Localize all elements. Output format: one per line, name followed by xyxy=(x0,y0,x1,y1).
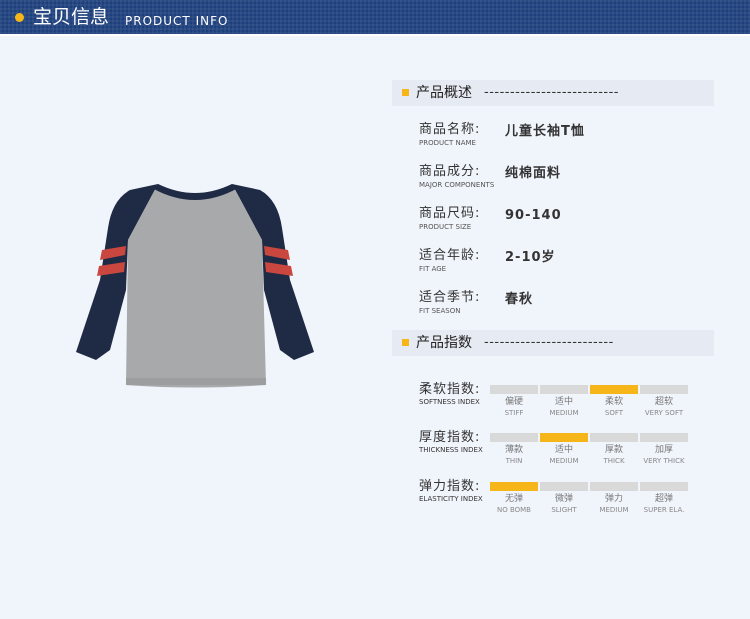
index-option-label: 无弹 xyxy=(504,494,523,504)
index-level-bar xyxy=(640,385,688,394)
index-option-label-en: VERY THICK xyxy=(643,457,685,465)
indices-title: 产品指数 xyxy=(416,335,472,351)
index-label: 厚度指数: xyxy=(419,430,481,445)
square-bullet-icon xyxy=(402,89,409,96)
row-label-en: PRODUCT NAME xyxy=(419,139,476,147)
index-level-bar xyxy=(490,482,538,491)
row-value: 儿童长袖T恤 xyxy=(505,124,585,139)
row-value: 2-10岁 xyxy=(505,250,556,265)
index-level-bar xyxy=(490,433,538,442)
index-option-label: 厚款 xyxy=(604,445,623,455)
row-value: 纯棉面料 xyxy=(505,166,562,181)
square-bullet-icon xyxy=(402,339,409,346)
dash-divider: -------------------------- xyxy=(484,85,619,100)
index-option: 微弹 SLIGHT xyxy=(540,482,588,517)
row-label: 商品尺码: xyxy=(419,206,481,221)
header-subtitle: PRODUCT INFO xyxy=(125,14,229,28)
info-row-age: 适合年龄: FIT AGE 2-10岁 xyxy=(419,248,719,288)
row-label-en: MAJOR COMPONENTS xyxy=(419,181,495,189)
row-label-en: PRODUCT SIZE xyxy=(419,223,472,231)
index-row-thickness: 厚度指数: THICKNESS INDEX 薄款 THIN 适中 MEDIUM 厚款… xyxy=(419,430,719,470)
index-option-label: 偏硬 xyxy=(504,397,523,407)
index-level-bar xyxy=(540,385,588,394)
index-option-label: 超软 xyxy=(654,397,673,407)
index-label-en: THICKNESS INDEX xyxy=(419,446,483,454)
overview-title: 产品概述 xyxy=(416,85,472,101)
info-row-season: 适合季节: FIT SEASON 春秋 xyxy=(419,290,719,330)
index-level-bar xyxy=(590,433,638,442)
index-option-label: 适中 xyxy=(554,445,573,455)
section-header: 宝贝信息 PRODUCT INFO xyxy=(0,0,750,34)
index-option: 偏硬 STIFF xyxy=(490,385,538,420)
index-option-label: 适中 xyxy=(554,397,573,407)
header-bullet-icon xyxy=(15,13,24,22)
index-option: 适中 MEDIUM xyxy=(540,433,588,468)
index-option-label-en: VERY SOFT xyxy=(644,409,684,417)
index-label: 柔软指数: xyxy=(419,382,481,397)
index-option: 适中 MEDIUM xyxy=(540,385,588,420)
indices-section-bar: 产品指数 ------------------------- xyxy=(392,330,714,356)
index-option-label: 微弹 xyxy=(554,494,573,504)
index-option-label-en: SUPER ELA. xyxy=(643,506,685,514)
index-level-bar xyxy=(640,433,688,442)
index-level-bar xyxy=(590,482,638,491)
overview-section-bar: 产品概述 -------------------------- xyxy=(392,80,714,106)
index-option: 弹力 MEDIUM xyxy=(590,482,638,517)
row-label-en: FIT AGE xyxy=(419,265,447,273)
dash-divider: ------------------------- xyxy=(484,335,614,350)
info-row-components: 商品成分: MAJOR COMPONENTS 纯棉面料 xyxy=(419,164,719,204)
index-option: 柔软 SOFT xyxy=(590,385,638,420)
index-label-en: SOFTNESS INDEX xyxy=(419,398,480,406)
index-option-label: 加厚 xyxy=(654,445,673,455)
index-option: 加厚 VERY THICK xyxy=(640,433,688,468)
header-title: 宝贝信息 xyxy=(33,6,110,28)
row-label-en: FIT SEASON xyxy=(419,307,461,315)
index-option-label: 薄款 xyxy=(504,445,523,455)
info-row-name: 商品名称: PRODUCT NAME 儿童长袖T恤 xyxy=(419,122,719,162)
index-level-bar xyxy=(640,482,688,491)
index-option: 无弹 NO BOMB xyxy=(490,482,538,517)
row-label: 商品名称: xyxy=(419,122,481,137)
row-label: 适合年龄: xyxy=(419,248,481,263)
header-divider xyxy=(0,34,750,36)
index-option: 超弹 SUPER ELA. xyxy=(640,482,688,517)
index-row-elasticity: 弹力指数: ELASTICITY INDEX 无弹 NO BOMB 微弹 SLIGH… xyxy=(419,479,719,519)
row-value: 春秋 xyxy=(505,292,534,307)
index-label: 弹力指数: xyxy=(419,479,481,494)
index-option: 超软 VERY SOFT xyxy=(640,385,688,420)
index-option-label: 超弹 xyxy=(654,494,673,504)
info-row-size: 商品尺码: PRODUCT SIZE 90-140 xyxy=(419,206,719,246)
index-level-bar xyxy=(540,433,588,442)
index-option: 厚款 THICK xyxy=(590,433,638,468)
index-label-en: ELASTICITY INDEX xyxy=(419,495,483,503)
row-label: 商品成分: xyxy=(419,164,481,179)
row-label: 适合季节: xyxy=(419,290,481,305)
index-option: 薄款 THIN xyxy=(490,433,538,468)
row-value: 90-140 xyxy=(505,208,562,223)
index-level-bar xyxy=(590,385,638,394)
index-level-bar xyxy=(490,385,538,394)
index-level-bar xyxy=(540,482,588,491)
index-option-label: 弹力 xyxy=(604,494,623,504)
index-option-label: 柔软 xyxy=(604,397,623,407)
index-row-softness: 柔软指数: SOFTNESS INDEX 偏硬 STIFF 适中 MEDIUM 柔软… xyxy=(419,382,719,422)
product-image xyxy=(76,184,314,388)
